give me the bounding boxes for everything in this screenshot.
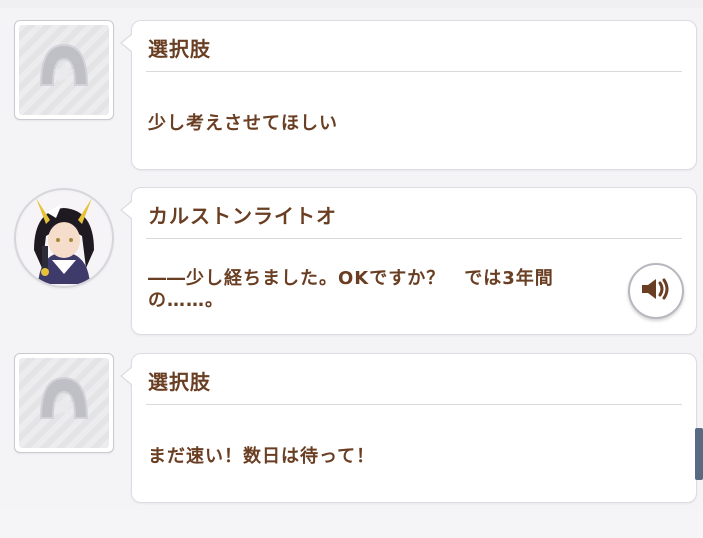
character-portrait-icon [18,192,110,284]
dialogue-text: 少し考えさせてほしい [148,113,338,134]
character-avatar [14,188,114,288]
speaker-name: 選択肢 [148,370,211,394]
dialogue-card: 選択肢 まだ速い！数日は待って！ [120,353,697,503]
dialogue-card: カルストンライトオ ――少し経ちました。OKですか？ では3年間の……。 [120,187,697,335]
choice-avatar [14,20,114,120]
speaker-sound-icon [642,278,669,300]
divider [146,404,682,405]
scrollbar-thumb[interactable] [695,428,703,480]
speaker-name: 選択肢 [148,37,211,61]
horseshoe-icon [39,376,89,419]
dialogue-text: まだ速い！数日は待って！ [148,446,376,467]
voice-replay-button[interactable] [628,263,684,319]
choice-avatar [14,353,114,453]
bottom-band [0,510,703,538]
dialogue-log: 選択肢 少し考えさせてほしい カルストンライトオ ――少し経ちました。OKですか… [0,0,703,510]
dialogue-card: 選択肢 少し考えさせてほしい [120,20,697,170]
horseshoe-icon [39,43,89,86]
divider [146,71,682,72]
speaker-name: カルストンライトオ [148,204,337,228]
divider [146,238,682,239]
dialogue-text: ――少し経ちました。OKですか？ では3年間の……。 [148,268,554,311]
